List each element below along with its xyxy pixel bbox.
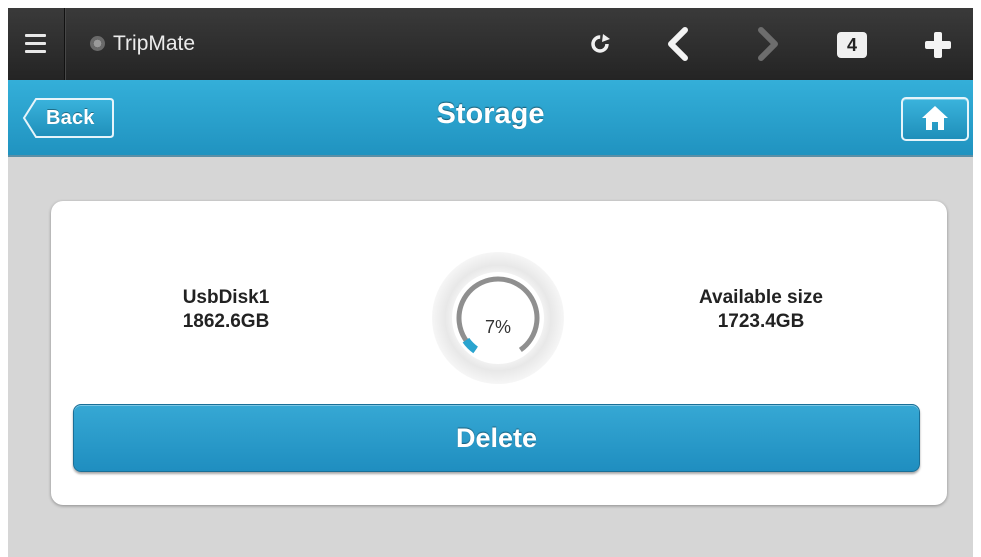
storage-card: UsbDisk1 1862.6GB 7% Available size 1723…: [51, 201, 947, 505]
delete-button-label: Delete: [455, 423, 538, 453]
home-icon: [922, 106, 948, 130]
available-size-label: Available size: [699, 287, 823, 308]
device-frame: TripMate 4 Back Storage UsbDisk1 1862.6G…: [0, 0, 981, 557]
site-title: TripMate: [113, 32, 196, 55]
usage-percent: 7%: [484, 317, 511, 337]
app-header: Back Storage: [8, 80, 973, 157]
site-icon: [90, 36, 105, 51]
browser-toolbar: TripMate 4: [8, 8, 973, 80]
plus-icon[interactable]: [923, 30, 953, 60]
menu-button[interactable]: [8, 8, 65, 80]
page-title: Storage: [436, 98, 545, 130]
disk-size: 1862.6GB: [182, 311, 270, 332]
home-button[interactable]: [901, 97, 969, 141]
delete-button[interactable]: Delete: [73, 404, 920, 472]
available-size-value: 1723.4GB: [717, 311, 805, 332]
back-arrow-icon[interactable]: [663, 26, 693, 62]
tabs-button[interactable]: 4: [837, 32, 867, 58]
screen: TripMate 4 Back Storage UsbDisk1 1862.6G…: [8, 8, 973, 557]
forward-arrow-icon[interactable]: [753, 26, 783, 62]
disk-name: UsbDisk1: [182, 287, 270, 308]
reload-icon[interactable]: [588, 32, 612, 56]
